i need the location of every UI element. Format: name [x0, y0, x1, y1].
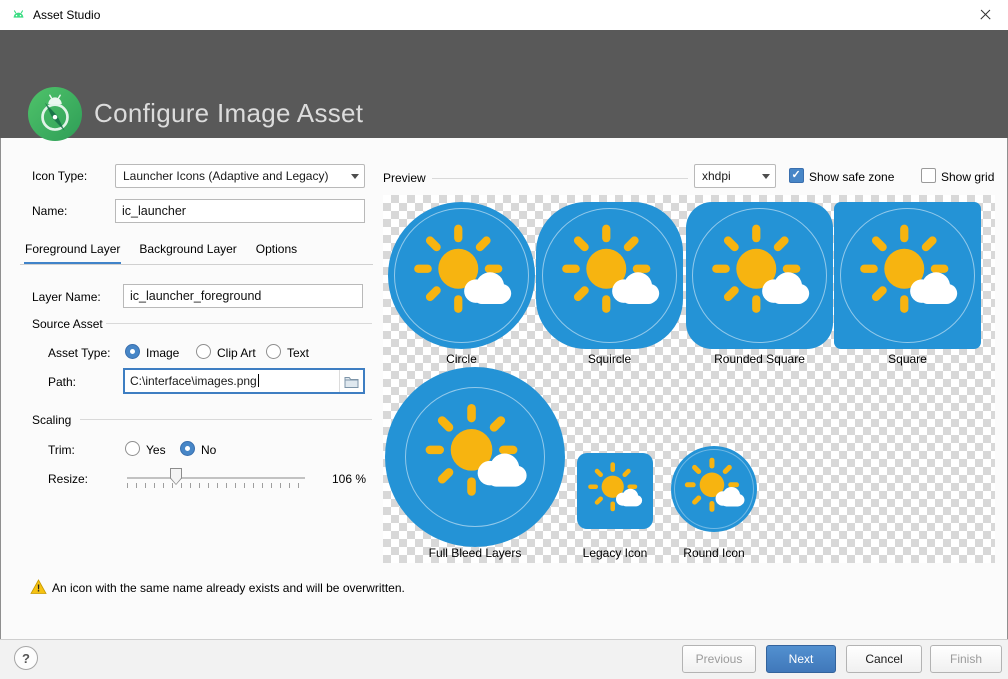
trim-label: Trim:	[48, 443, 75, 457]
show-safe-zone-checkbox[interactable]	[789, 168, 804, 183]
trim-yes-label: Yes	[146, 443, 166, 457]
header-banner: Configure Image Asset	[0, 30, 1008, 138]
title-bar: Asset Studio	[0, 0, 1008, 30]
layer-name-label: Layer Name:	[32, 290, 101, 304]
layer-tabs: Foreground Layer Background Layer Option…	[24, 240, 298, 265]
preview-rule	[432, 178, 688, 179]
page-title: Configure Image Asset	[94, 98, 363, 129]
resize-slider-ticks	[127, 483, 306, 488]
tab-background-layer[interactable]: Background Layer	[138, 240, 237, 265]
preview-item-label: Round Icon	[649, 546, 779, 560]
sun-cloud-icon	[678, 453, 750, 525]
preview-item-label: Rounded Square	[686, 352, 833, 366]
icon-type-dropdown[interactable]: Launcher Icons (Adaptive and Legacy)	[115, 164, 365, 188]
tab-foreground-layer[interactable]: Foreground Layer	[24, 240, 121, 265]
tabs-divider	[20, 264, 373, 265]
help-button[interactable]: ?	[14, 646, 38, 670]
android-app-icon	[10, 7, 27, 24]
layer-name-input[interactable]	[123, 284, 363, 308]
tab-options[interactable]: Options	[255, 240, 298, 265]
resize-label: Resize:	[48, 472, 88, 486]
scaling-rule	[80, 419, 372, 420]
density-dropdown[interactable]: xhdpi	[694, 164, 776, 188]
browse-folder-button[interactable]	[339, 370, 363, 392]
chevron-down-icon	[757, 165, 775, 187]
finish-button[interactable]: Finish	[930, 645, 1002, 673]
scaling-group-label: Scaling	[32, 413, 71, 427]
svg-text:!: !	[37, 583, 40, 594]
trim-no-label: No	[201, 443, 216, 457]
preview-item-label: Circle	[388, 352, 535, 366]
preview-label: Preview	[383, 171, 426, 185]
trim-radio-no[interactable]	[180, 441, 195, 456]
name-label: Name:	[32, 204, 67, 218]
preview-square	[834, 202, 981, 349]
sun-cloud-icon	[551, 217, 669, 335]
warning-icon: !	[30, 579, 47, 595]
show-grid-label: Show grid	[941, 170, 994, 184]
preview-squircle	[536, 202, 683, 349]
trim-radio-yes[interactable]	[125, 441, 140, 456]
cancel-button[interactable]: Cancel	[846, 645, 922, 673]
asset-studio-dialog: Asset Studio Configure Image Asset Icon …	[0, 0, 1008, 679]
show-safe-zone-label: Show safe zone	[809, 170, 894, 184]
path-label: Path:	[48, 375, 76, 389]
asset-type-radio-text[interactable]	[266, 344, 281, 359]
sun-cloud-icon	[582, 458, 647, 523]
chevron-down-icon	[346, 165, 364, 187]
source-asset-group-label: Source Asset	[32, 317, 103, 331]
name-input[interactable]	[115, 199, 365, 223]
preview-rounded-square	[686, 202, 833, 349]
resize-value: 106 %	[332, 472, 366, 486]
asset-type-radio-image[interactable]	[125, 344, 140, 359]
window-title: Asset Studio	[33, 8, 100, 22]
previous-button[interactable]: Previous	[682, 645, 756, 673]
next-button[interactable]: Next	[766, 645, 836, 673]
warning-text: An icon with the same name already exist…	[52, 581, 405, 595]
preview-item-label: Squircle	[536, 352, 683, 366]
preview-legacy-icon	[577, 453, 653, 529]
sun-cloud-icon	[414, 396, 536, 518]
resize-slider-track[interactable]	[127, 477, 305, 479]
preview-item-label: Square	[834, 352, 981, 366]
show-grid-checkbox[interactable]	[921, 168, 936, 183]
icon-type-label: Icon Type:	[32, 169, 87, 183]
asset-type-label: Asset Type:	[48, 346, 110, 360]
text-caret	[258, 374, 259, 387]
sun-cloud-icon	[849, 217, 967, 335]
asset-type-text-label: Text	[287, 346, 309, 360]
path-value: C:\interface\images.png	[130, 374, 257, 388]
sun-cloud-icon	[403, 217, 521, 335]
sun-cloud-icon	[701, 217, 819, 335]
asset-type-image-label: Image	[146, 346, 179, 360]
icon-type-value: Launcher Icons (Adaptive and Legacy)	[116, 169, 346, 183]
asset-type-radio-clipart[interactable]	[196, 344, 211, 359]
folder-icon	[344, 375, 359, 388]
preview-round-icon	[671, 446, 757, 532]
android-studio-logo-icon	[28, 87, 82, 141]
preview-canvas: Circle Squircle Rounded Square Square Fu…	[383, 195, 995, 563]
preview-circle	[388, 202, 535, 349]
preview-full-bleed	[385, 367, 565, 547]
density-value: xhdpi	[695, 169, 757, 183]
source-asset-rule	[106, 323, 372, 324]
asset-type-clipart-label: Clip Art	[217, 346, 256, 360]
path-input[interactable]: C:\interface\images.png	[123, 368, 365, 394]
close-icon[interactable]	[962, 0, 1008, 30]
